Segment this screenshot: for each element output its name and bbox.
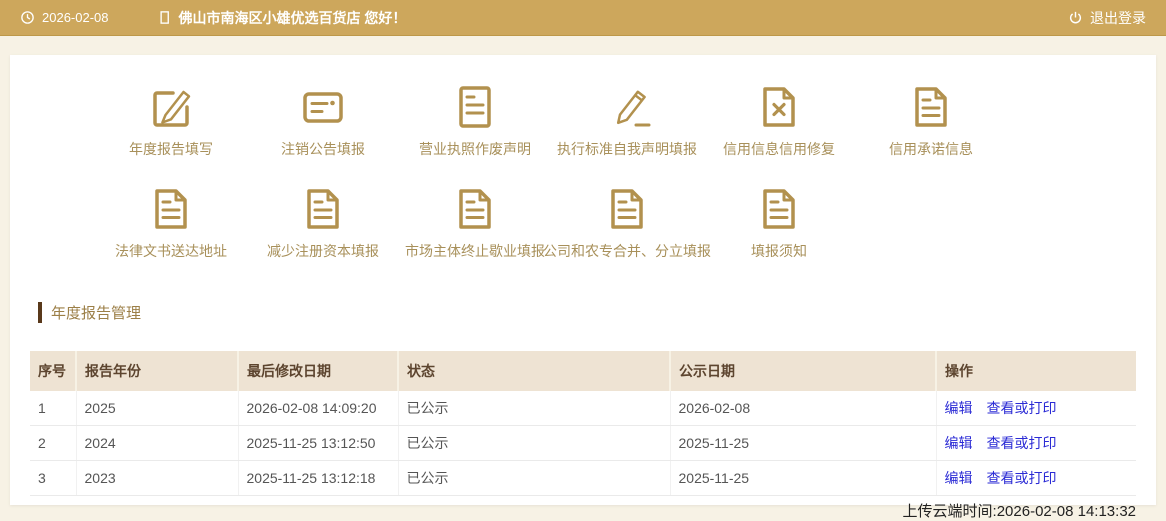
col-header-modified: 最后修改日期 [238,351,399,391]
col-header-year: 报告年份 [76,351,239,391]
document-fold-icon [451,185,499,233]
cell-published: 2025-11-25 [670,425,937,461]
cell-year: 2023 [76,460,239,496]
table-row: 2 2024 2025-11-25 13:12:50 已公示 2025-11-25 编辑查… [30,425,1136,461]
cell-no: 2 [30,425,77,461]
main-card: 年度报告填写 注销公告填报 营业执照作废声明 执行标准自我声明填报 信用信息信用… [10,55,1156,520]
pencil-icon [603,83,651,131]
grid-item-row2-1[interactable]: 减少注册资本填报 [247,185,399,259]
col-header-status: 状态 [398,351,671,391]
cell-year: 2024 [76,425,239,461]
grid-item-row2-0[interactable]: 法律文书送达地址 [95,185,247,259]
cell-published: 2026-02-08 [670,391,937,426]
topbar: 2026-02-08 佛山市南海区小雄优选百货店 您好！ 退出登录 [0,0,1166,36]
cell-actions: 编辑 查看或打印 [936,460,1136,496]
grid-item-label: 信用承诺信息 [889,141,973,157]
cell-modified: 2025-11-25 13:12:18 [238,460,399,496]
grid-item-label: 信用信息信用修复 [723,141,835,157]
announcement-card-icon [299,83,347,131]
grid-row-1: 年度报告填写 注销公告填报 营业执照作废声明 执行标准自我声明填报 信用信息信用… [95,83,1156,157]
document-fold-icon [603,185,651,233]
document-lines-icon [451,83,499,131]
cell-no: 1 [30,391,77,426]
function-icon-grid: 年度报告填写 注销公告填报 营业执照作废声明 执行标准自我声明填报 信用信息信用… [10,55,1156,259]
grid-item-label: 注销公告填报 [281,141,365,157]
cell-status: 已公示 [398,460,671,496]
grid-row-2: 法律文书送达地址 减少注册资本填报 市场主体终止歇业填报 公司和农专合并、分立填… [95,185,1156,259]
grid-item-row2-3[interactable]: 公司和农专合并、分立填报 [543,185,711,259]
grid-item-label: 年度报告填写 [129,141,213,157]
grid-item-label: 市场主体终止歇业填报 [405,243,545,259]
accent-bar [38,301,42,323]
grid-item-label: 营业执照作废声明 [419,141,531,157]
view-print-link[interactable]: 查看或打印 [987,470,1057,486]
topbar-company: 佛山市南海区小雄优选百货店 您好！ [157,8,407,28]
logout-label: 退出登录 [1090,9,1146,26]
logout-button[interactable]: 退出登录 [1068,8,1146,28]
grid-item-row1-0[interactable]: 年度报告填写 [95,83,247,157]
grid-item-label: 执行标准自我声明填报 [557,141,697,157]
grid-item-label: 公司和农专合并、分立填报 [543,243,711,259]
edit-link[interactable]: 编辑 [945,435,973,451]
cell-actions: 编辑 查看或打印 [936,391,1136,426]
upload-time-text: 上传云端时间:2026-02-08 14:13:32 [902,503,1136,520]
document-fold-icon [147,185,195,233]
grid-item-row1-4[interactable]: 信用信息信用修复 [703,83,855,157]
topbar-company-text: 佛山市南海区小雄优选百货店 您好！ [178,9,407,26]
document-fold-icon [755,185,803,233]
grid-item-label: 填报须知 [751,243,807,259]
cell-no: 3 [30,460,77,496]
document-fold-icon [907,83,955,131]
grid-item-row1-3[interactable]: 执行标准自我声明填报 [551,83,703,157]
grid-item-row1-2[interactable]: 营业执照作废声明 [399,83,551,157]
section-title: 年度报告管理 [51,304,142,322]
grid-item-row1-5[interactable]: 信用承诺信息 [855,83,1007,157]
section-header: 年度报告管理 [38,301,1156,323]
topbar-date-text: 2026-02-08 [42,10,109,25]
col-header-no: 序号 [30,351,77,391]
view-print-link[interactable]: 查看或打印 [987,400,1057,416]
edit-link[interactable]: 编辑 [945,470,973,486]
grid-item-label: 减少注册资本填报 [267,243,379,259]
cell-status: 已公示 [398,425,671,461]
document-x-icon [755,83,803,131]
power-icon [1068,10,1083,25]
cell-modified: 2025-11-25 13:12:50 [238,425,399,461]
edit-square-icon [147,83,195,131]
organization-icon [157,10,172,25]
annual-report-table: 序号 报告年份 最后修改日期 状态 公示日期 操作 1 2025 2026-02-0… [30,351,1136,496]
view-print-link[interactable]: 查看或打印 [987,435,1057,451]
topbar-date: 2026-02-08 [20,10,109,25]
clock-icon [20,10,35,25]
col-header-actions: 操作 [936,351,1136,391]
grid-item-row1-1[interactable]: 注销公告填报 [247,83,399,157]
grid-item-row2-2[interactable]: 市场主体终止歇业填报 [399,185,551,259]
edit-link[interactable]: 编辑 [945,400,973,416]
table-row: 3 2023 2025-11-25 13:12:18 已公示 2025-11-25 编辑查… [30,460,1136,496]
cell-year: 2025 [76,391,239,426]
grid-item-row2-4[interactable]: 填报须知 [703,185,855,259]
table-row: 1 2025 2026-02-08 14:09:20 已公示 2026-02-08 编辑查… [30,391,1136,426]
table-header-row: 序号 报告年份 最后修改日期 状态 公示日期 操作 [30,351,1136,391]
col-header-published: 公示日期 [670,351,937,391]
cell-status: 已公示 [398,391,671,426]
document-fold-icon [299,185,347,233]
cell-published: 2025-11-25 [670,460,937,496]
cell-modified: 2026-02-08 14:09:20 [238,391,399,426]
grid-item-label: 法律文书送达地址 [115,243,227,259]
cell-actions: 编辑 查看或打印 [936,425,1136,461]
